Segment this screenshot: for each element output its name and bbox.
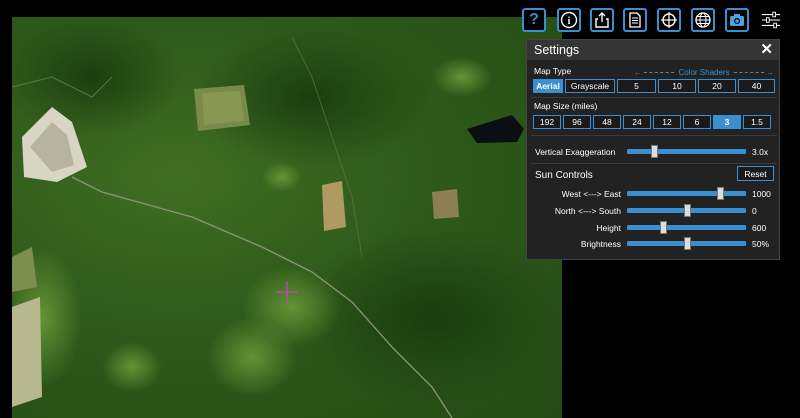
globe-icon [695,12,711,28]
aerial-map[interactable] [12,17,562,418]
toolbar: ? i [522,8,792,32]
map-type-shader-20[interactable]: 20 [698,79,736,93]
map-size-label: Map Size (miles) [534,101,598,111]
share-icon [595,12,609,28]
slider-thumb[interactable] [683,237,691,250]
sun-height-value: 600 [752,223,767,233]
sun-north-south-row: North <---> South 0 [527,203,781,219]
svg-text:i: i [568,16,571,27]
sun-brightness-slider[interactable] [627,237,746,250]
sun-north-south-value: 0 [752,206,757,216]
close-icon[interactable]: ✕ [760,40,773,60]
locate-button[interactable] [657,8,681,32]
map-size-96[interactable]: 96 [563,115,591,129]
map-size-1-5[interactable]: 1.5 [743,115,771,129]
map-size-options: 192 96 48 24 12 6 3 1.5 [533,115,771,129]
slider-thumb[interactable] [716,187,724,200]
info-icon: i [560,11,578,29]
sun-height-row: Height 600 [527,220,781,236]
divider [531,97,777,98]
map-size-48[interactable]: 48 [593,115,621,129]
sun-height-label: Height [596,223,621,233]
sun-west-east-row: West <---> East 1000 [527,186,781,202]
sun-brightness-value: 50% [752,239,770,249]
reset-button[interactable]: Reset [737,166,774,181]
help-button[interactable]: ? [522,8,546,32]
slider-thumb[interactable] [651,145,659,158]
slider-thumb[interactable] [683,204,691,217]
map-size-12[interactable]: 12 [653,115,681,129]
map-size-3[interactable]: 3 [713,115,741,129]
sun-brightness-row: Brightness 50% [527,236,781,252]
help-icon: ? [529,11,539,28]
map-type-aerial[interactable]: Aerial [533,79,563,93]
map-type-options: Aerial Grayscale 5 10 20 40 [533,79,775,93]
divider [531,163,777,164]
settings-button[interactable] [759,8,783,32]
sun-height-slider[interactable] [627,221,746,234]
map-type-shader-40[interactable]: 40 [738,79,775,93]
settings-header: Settings ✕ [527,40,779,60]
map-type-shader-5[interactable]: 5 [617,79,656,93]
sun-west-east-label: West <---> East [561,189,621,199]
settings-panel: Settings ✕ Map Type ← Color Shaders → Ae… [526,39,780,260]
map-size-6[interactable]: 6 [683,115,711,129]
camera-button[interactable] [725,8,749,32]
map-size-24[interactable]: 24 [623,115,651,129]
sun-north-south-label: North <---> South [554,206,621,216]
sun-controls-title: Sun Controls [535,170,593,181]
vertical-exaggeration-slider[interactable] [627,145,746,158]
divider [531,135,777,136]
share-button[interactable] [590,8,614,32]
document-icon [629,12,641,28]
map-type-shader-10[interactable]: 10 [658,79,696,93]
vertical-exaggeration-value: 3.0x [752,147,769,157]
terrain-imagery [12,17,562,418]
sun-west-east-value: 1000 [752,189,771,199]
sun-brightness-label: Brightness [580,239,621,249]
slider-thumb[interactable] [659,221,667,234]
info-button[interactable]: i [557,8,581,32]
globe-button[interactable] [691,8,715,32]
sun-north-south-slider[interactable] [627,204,746,217]
map-type-label: Map Type [534,66,572,76]
map-size-192[interactable]: 192 [533,115,561,129]
sliders-icon [761,11,781,29]
settings-title: Settings [534,43,580,57]
document-button[interactable] [623,8,647,32]
vertical-exaggeration-label: Vertical Exaggeration [535,147,616,157]
color-shaders-label: ← Color Shaders → [634,68,775,77]
camera-icon [730,14,744,26]
crosshair-icon [661,12,677,28]
vertical-exaggeration-row: Vertical Exaggeration 3.0x [527,144,781,160]
sun-west-east-slider[interactable] [627,187,746,200]
map-type-grayscale[interactable]: Grayscale [565,79,615,93]
